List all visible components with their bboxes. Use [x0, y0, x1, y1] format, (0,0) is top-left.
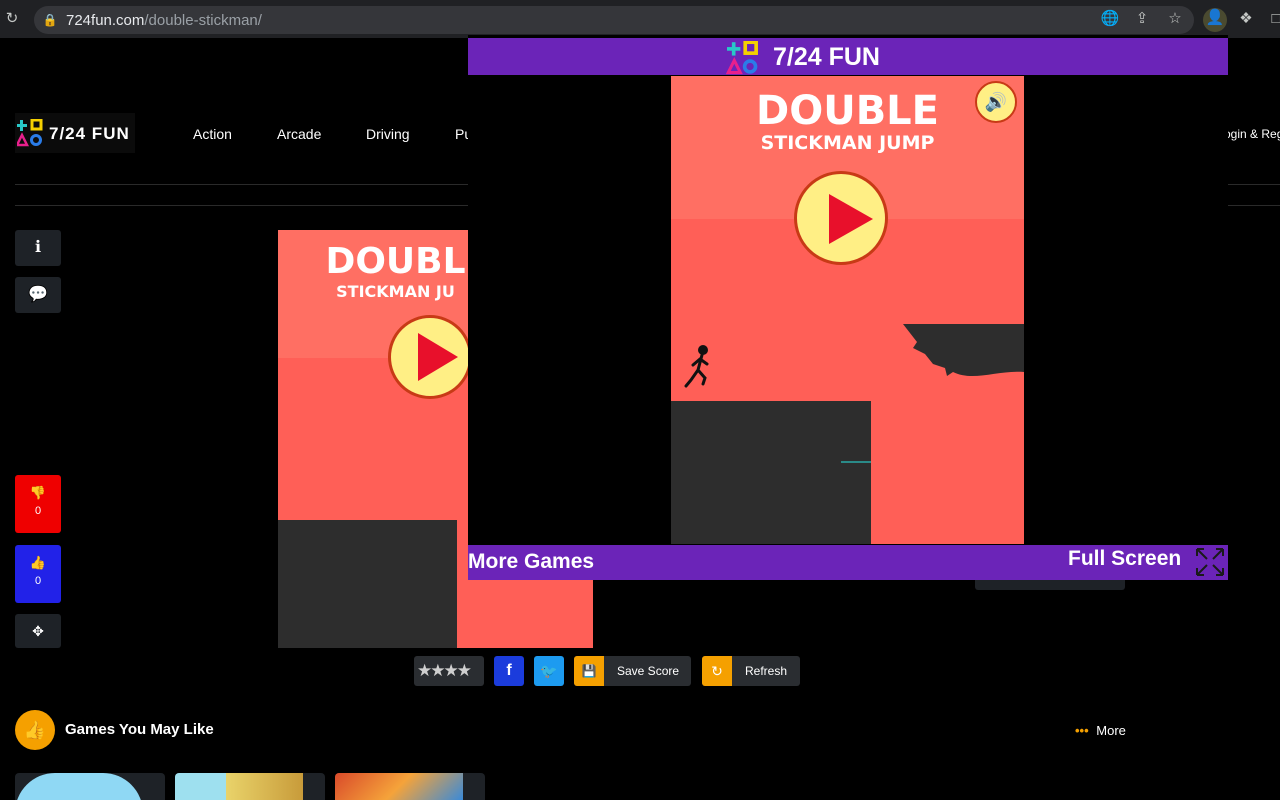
url-text: 724fun.com/double-stickman/: [66, 12, 262, 29]
fullscreen-arrows-icon[interactable]: [1194, 546, 1226, 578]
refresh-icon: ↻: [702, 656, 732, 686]
platform: [671, 401, 871, 544]
logo-text: 7/24 FUN: [49, 124, 130, 143]
nav-action[interactable]: Action: [193, 126, 232, 142]
play-button[interactable]: [388, 315, 472, 399]
thumbs-down-icon: 👎: [29, 485, 47, 500]
dots-icon: •••: [1075, 723, 1089, 738]
logo-shapes-icon: [17, 119, 43, 147]
stickman-character: [684, 345, 709, 388]
reload-icon[interactable]: ↻: [2, 9, 22, 29]
rating-stars[interactable]: ★★★★: [414, 656, 484, 686]
game-thumbnail[interactable]: [175, 773, 325, 800]
comment-icon: 💬: [28, 286, 48, 303]
star-rating-icon: ★★★★: [417, 661, 472, 680]
overlay-header: 7/24 FUN: [468, 38, 1228, 75]
play-icon: [418, 333, 458, 381]
nav-arcade[interactable]: Arcade: [277, 126, 321, 142]
refresh-label: Refresh: [745, 664, 788, 678]
game-thumbnail[interactable]: [15, 773, 165, 800]
hidden-widget: [975, 580, 1125, 590]
game-thumbnail[interactable]: [335, 773, 485, 800]
save-score-label: Save Score: [617, 664, 680, 678]
info-icon: ℹ: [34, 239, 42, 256]
window-icon[interactable]: □: [1266, 9, 1280, 29]
play-icon: [829, 194, 873, 244]
bookmark-star-icon[interactable]: ☆: [1165, 9, 1185, 29]
thumbs-up-icon: 👍: [29, 555, 47, 570]
platform: [278, 520, 457, 648]
thumbs-up-icon: 👍: [15, 710, 55, 750]
extension-avatar-icon[interactable]: 👤: [1203, 8, 1227, 32]
play-button[interactable]: [794, 171, 888, 265]
game-title-line1: DOUBLE: [756, 88, 939, 134]
speaker-icon: 🔊: [984, 92, 1008, 112]
info-button[interactable]: ℹ: [15, 230, 61, 266]
more-games-link[interactable]: More Games: [468, 550, 594, 574]
save-icon: 💾: [574, 656, 604, 686]
sound-toggle-button[interactable]: 🔊: [975, 81, 1017, 123]
facebook-icon: f: [506, 662, 512, 679]
expand-icon: ✥: [32, 623, 44, 639]
translate-icon[interactable]: 🌐: [1100, 9, 1120, 29]
save-score-button[interactable]: 💾 Save Score: [574, 656, 691, 686]
extensions-puzzle-icon[interactable]: ❖: [1236, 9, 1256, 29]
dislike-count: 0: [34, 505, 42, 517]
url-path: /double-stickman/: [144, 12, 262, 29]
spiked-obstacle: [903, 324, 1024, 377]
full-screen-button[interactable]: Full Screen: [1068, 547, 1181, 571]
site-logo[interactable]: 7/24 FUN: [15, 113, 135, 153]
twitter-share-button[interactable]: 🐦: [534, 656, 564, 686]
dislike-button[interactable]: 👎 0: [15, 475, 61, 533]
game-title-line2: STICKMAN JUMP: [760, 132, 935, 154]
logo-shapes-icon: [726, 41, 758, 75]
nav-driving[interactable]: Driving: [366, 126, 410, 142]
like-count: 0: [34, 575, 42, 587]
address-bar[interactable]: 🔒 724fun.com/double-stickman/: [34, 6, 1194, 34]
url-host: 724fun.com: [66, 12, 145, 29]
twitter-bird-icon: 🐦: [540, 663, 558, 679]
game-overlay: 7/24 FUN DOUBLE STICKMAN JUMP 🔊 More Gam…: [468, 35, 1228, 580]
refresh-button[interactable]: ↻ Refresh: [702, 656, 800, 686]
login-register-link[interactable]: ogin & Reg: [1224, 127, 1280, 141]
more-games-button[interactable]: ••• More: [1075, 723, 1126, 738]
share-icon[interactable]: ⇪: [1132, 9, 1152, 29]
facebook-share-button[interactable]: f: [494, 656, 524, 686]
section-title: Games You May Like: [65, 721, 214, 738]
lock-icon[interactable]: 🔒: [40, 10, 60, 30]
overlay-brand-text: 7/24 FUN: [773, 43, 880, 71]
browser-toolbar: ↻ 🔒 724fun.com/double-stickman/ 🌐 ⇪ ☆ 👤 …: [0, 0, 1280, 38]
comments-button[interactable]: 💬: [15, 277, 61, 313]
fullscreen-toggle-button[interactable]: ✥: [15, 614, 61, 648]
like-button[interactable]: 👍 0: [15, 545, 61, 603]
game-canvas[interactable]: DOUBLE STICKMAN JUMP 🔊: [671, 76, 1024, 544]
more-label: More: [1096, 723, 1126, 738]
overlay-footer: More Games Full Screen: [468, 545, 1228, 580]
